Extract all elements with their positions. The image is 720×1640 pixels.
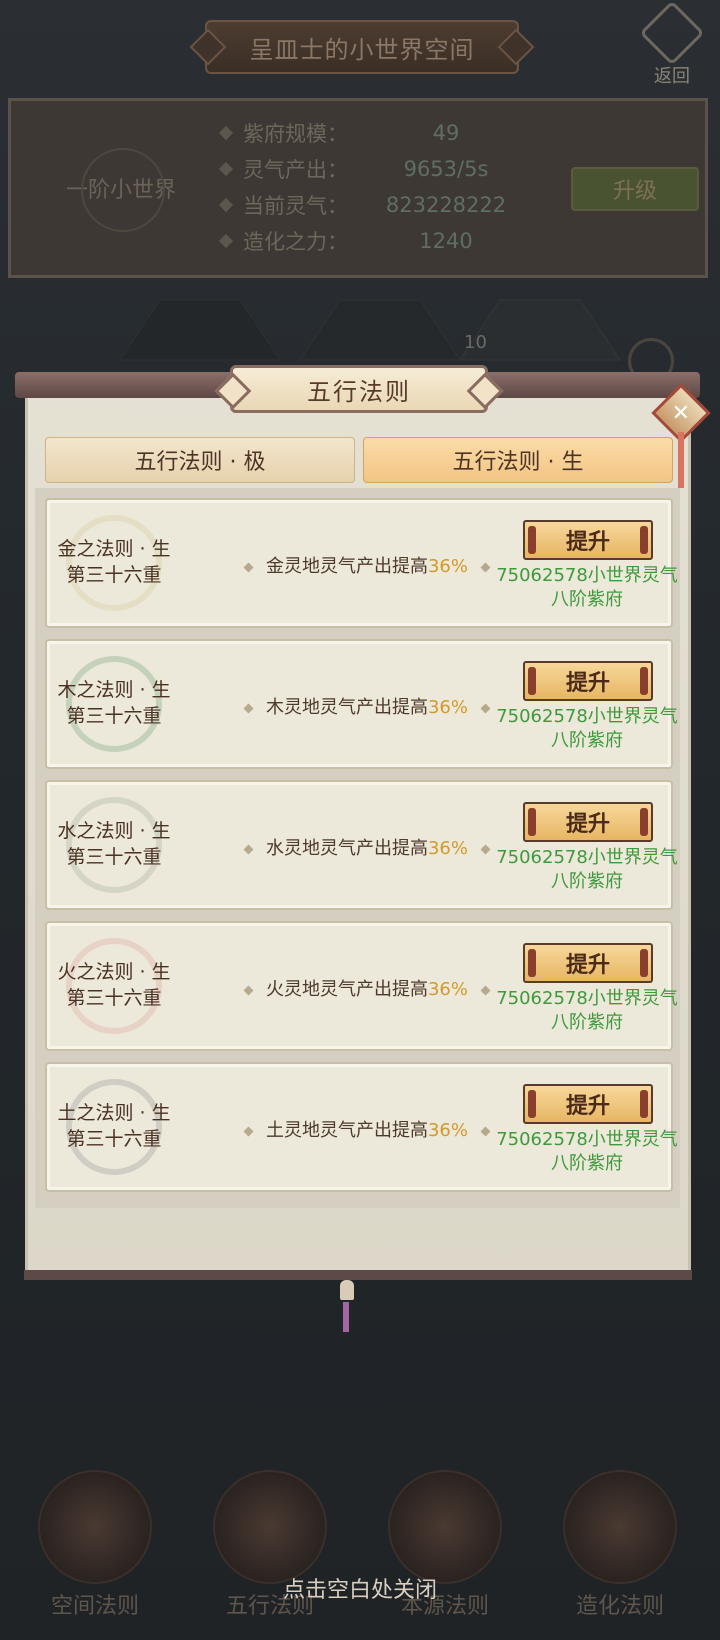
raise-button[interactable]: 提升	[523, 1084, 653, 1124]
rule-name: 金之法则 · 生 第三十六重	[49, 536, 179, 588]
rule-name-line1: 水之法则 · 生	[57, 820, 171, 842]
cost-requirement: 八阶紫府	[551, 1153, 623, 1174]
raise-button[interactable]: 提升	[523, 520, 653, 560]
cost-requirement: 八阶紫府	[551, 730, 623, 751]
cost-requirement: 八阶紫府	[551, 589, 623, 610]
rule-effect-pct: 36%	[427, 838, 468, 859]
stat-row-power: 造化之力： 1240	[218, 223, 521, 259]
rule-effect: 水灵地灵气产出提高36%	[217, 834, 517, 860]
hex-count-label: 10	[464, 332, 487, 353]
rule-card-wood: 木之法则 · 生 第三十六重 木灵地灵气产出提高36% 提升 75062578小…	[45, 639, 678, 769]
cost-requirement: 八阶紫府	[551, 871, 623, 892]
diamond-icon	[218, 233, 234, 249]
rule-level: 第三十六重	[66, 705, 162, 727]
space-title: 呈皿士的小世界空间	[205, 20, 519, 74]
rule-effect-text: 土灵地灵气产出提高	[265, 1120, 428, 1141]
rule-name: 土之法则 · 生 第三十六重	[49, 1100, 179, 1152]
cost-spirit: 75062578小世界灵气	[496, 847, 678, 868]
rule-name: 水之法则 · 生 第三十六重	[49, 818, 179, 870]
diamond-icon	[218, 125, 234, 141]
rule-card-fire: 火之法则 · 生 第三十六重 火灵地灵气产出提高36% 提升 75062578小…	[45, 921, 678, 1051]
rule-name-line1: 木之法则 · 生	[57, 679, 171, 701]
back-icon	[639, 0, 705, 66]
rule-cost: 75062578小世界灵气 八阶紫府	[477, 1128, 697, 1176]
rule-name-line1: 金之法则 · 生	[57, 538, 171, 560]
raise-button[interactable]: 提升	[523, 943, 653, 983]
rule-level: 第三十六重	[66, 1128, 162, 1150]
stat-row-current: 当前灵气： 823228222	[218, 187, 521, 223]
rule-effect-pct: 36%	[427, 556, 468, 577]
five-elements-icon	[213, 1470, 327, 1584]
rule-card-metal: 金之法则 · 生 第三十六重 金灵地灵气产出提高36% 提升 75062578小…	[45, 498, 678, 628]
rule-name: 木之法则 · 生 第三十六重	[49, 677, 179, 729]
rule-cost: 75062578小世界灵气 八阶紫府	[477, 564, 697, 612]
creation-laws-icon	[563, 1470, 677, 1584]
bell-icon	[340, 1280, 354, 1340]
close-x-icon: ✕	[671, 400, 691, 426]
modal-tabs: 五行法则 · 极 五行法则 · 生	[45, 437, 673, 483]
stat-value: 9653/5s	[403, 157, 489, 181]
cost-spirit: 75062578小世界灵气	[496, 565, 678, 586]
origin-laws-icon	[388, 1470, 502, 1584]
rule-card-earth: 土之法则 · 生 第三十六重 土灵地灵气产出提高36% 提升 75062578小…	[45, 1062, 678, 1192]
rule-level: 第三十六重	[66, 987, 162, 1009]
cost-requirement: 八阶紫府	[551, 1012, 623, 1033]
rule-card-water: 水之法则 · 生 第三十六重 水灵地灵气产出提高36% 提升 75062578小…	[45, 780, 678, 910]
cost-spirit: 75062578小世界灵气	[496, 1129, 678, 1150]
rule-cost: 75062578小世界灵气 八阶紫府	[477, 705, 697, 753]
back-button[interactable]: 返回	[639, 0, 705, 87]
stat-row-scale: 紫府规模： 49	[218, 115, 521, 151]
rule-name-line1: 土之法则 · 生	[57, 1102, 171, 1124]
rule-cost: 75062578小世界灵气 八阶紫府	[477, 987, 697, 1035]
rule-cost: 75062578小世界灵气 八阶紫府	[477, 846, 697, 894]
rule-name: 火之法则 · 生 第三十六重	[49, 959, 179, 1011]
rule-effect-pct: 36%	[427, 1120, 468, 1141]
cost-spirit: 75062578小世界灵气	[496, 706, 678, 727]
raise-button[interactable]: 提升	[523, 661, 653, 701]
rule-level: 第三十六重	[66, 846, 162, 868]
raise-button[interactable]: 提升	[523, 802, 653, 842]
rule-effect: 金灵地灵气产出提高36%	[217, 552, 517, 578]
stat-row-output: 灵气产出： 9653/5s	[218, 151, 521, 187]
tassel-decoration	[678, 432, 684, 488]
world-name: 一阶小世界	[41, 143, 201, 233]
rule-effect-pct: 36%	[427, 697, 468, 718]
stat-value: 823228222	[385, 193, 507, 217]
back-label: 返回	[654, 66, 690, 87]
cost-spirit: 75062578小世界灵气	[496, 988, 678, 1009]
rule-effect-text: 金灵地灵气产出提高	[265, 556, 428, 577]
rule-name-line1: 火之法则 · 生	[57, 961, 171, 983]
space-laws-icon	[38, 1470, 152, 1584]
stat-label: 造化之力：	[243, 230, 348, 254]
rule-effect: 火灵地灵气产出提高36%	[217, 975, 517, 1001]
rule-effect-pct: 36%	[427, 979, 468, 1000]
rule-effect-text: 火灵地灵气产出提高	[265, 979, 428, 1000]
tab-five-elements-ultimate[interactable]: 五行法则 · 极	[45, 437, 355, 483]
world-info-panel: 一阶小世界 紫府规模： 49 灵气产出： 9653/5s 当前灵气： 82322…	[8, 98, 708, 278]
hex-map	[119, 299, 621, 361]
rule-effect-text: 水灵地灵气产出提高	[265, 838, 428, 859]
close-hint[interactable]: 点击空白处关闭	[0, 1572, 720, 1604]
diamond-icon	[218, 197, 234, 213]
stat-label: 紫府规模：	[243, 122, 348, 146]
rule-level: 第三十六重	[66, 564, 162, 586]
rule-effect: 土灵地灵气产出提高36%	[217, 1116, 517, 1142]
rule-effect-text: 木灵地灵气产出提高	[265, 697, 428, 718]
rule-effect: 木灵地灵气产出提高36%	[217, 693, 517, 719]
stat-label: 当前灵气：	[243, 194, 348, 218]
modal-title: 五行法则	[230, 365, 488, 413]
modal-bottom-bar	[24, 1270, 692, 1280]
bottom-nav: 空间法则 五行法则 本源法则 造化法则	[0, 1470, 720, 1640]
tab-five-elements-life[interactable]: 五行法则 · 生	[363, 437, 673, 483]
stat-value: 1240	[419, 229, 473, 253]
diamond-icon	[218, 161, 234, 177]
world-stats: 紫府规模： 49 灵气产出： 9653/5s 当前灵气： 823228222 造…	[218, 115, 521, 259]
upgrade-button[interactable]: 升级	[571, 167, 699, 211]
stat-label: 灵气产出：	[243, 158, 348, 182]
stat-value: 49	[432, 121, 460, 145]
